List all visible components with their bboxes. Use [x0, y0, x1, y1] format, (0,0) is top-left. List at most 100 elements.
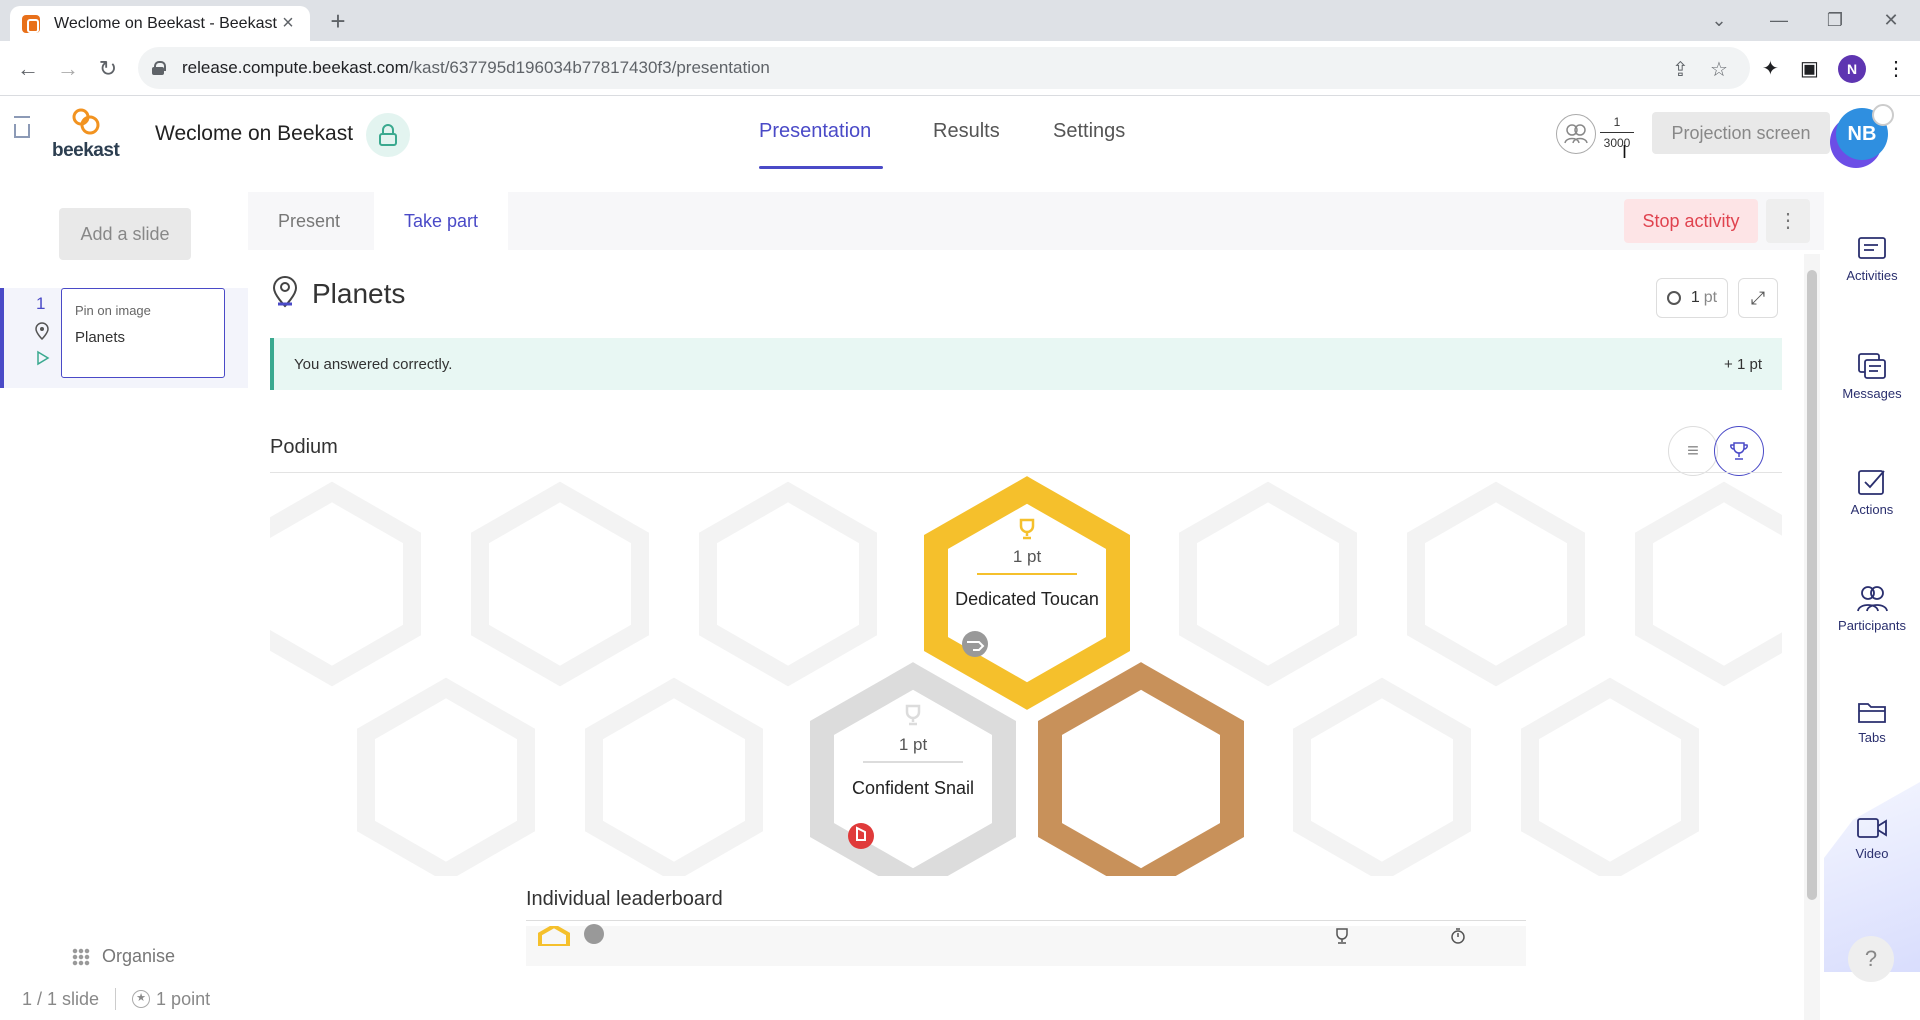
podium-view-button[interactable]	[1714, 426, 1764, 476]
organise-label: Organise	[102, 946, 176, 966]
tab-take-part[interactable]: Take part	[374, 192, 509, 250]
add-slide-button[interactable]: Add a slide	[59, 208, 191, 260]
active-tab-indicator	[759, 166, 883, 169]
video-camera-icon	[1857, 818, 1887, 838]
forward-arrow-icon[interactable]: →	[52, 53, 84, 85]
rail-participants[interactable]: Participants	[1824, 584, 1920, 633]
answer-feedback-banner: You answered correctly. + 1 pt	[270, 338, 1782, 390]
organise-button[interactable]: Organise	[72, 946, 175, 967]
trophy-icon	[1019, 518, 1035, 540]
points-badge: 1 pt	[1656, 278, 1728, 318]
kast-title: Weclome on Beekast	[155, 122, 354, 145]
scrollbar-thumb[interactable]	[1807, 270, 1817, 900]
help-button[interactable]: ?	[1848, 936, 1894, 982]
star-circle-icon: ★	[132, 990, 151, 1008]
kast-lock-button[interactable]	[366, 113, 410, 157]
back-arrow-icon[interactable]: ←	[12, 53, 44, 85]
rail-actions[interactable]: Actions	[1824, 468, 1920, 517]
rail-activities-label: Activities	[1846, 268, 1898, 283]
rail-participants-label: Participants	[1838, 618, 1906, 633]
points-unit: pt	[1703, 289, 1718, 306]
rail-video[interactable]: Video	[1824, 816, 1920, 861]
participant-avatar	[584, 924, 604, 944]
pin-on-image-icon	[272, 276, 298, 308]
close-icon[interactable]: ×	[278, 12, 298, 35]
slide-thumbnail[interactable]: Pin on image Planets	[61, 288, 225, 378]
leaderboard-row	[526, 924, 1526, 966]
participants-counter-icon[interactable]	[1556, 114, 1596, 154]
divider	[115, 988, 117, 1010]
logo-text: beekast	[52, 140, 120, 161]
more-options-icon[interactable]: ⋮	[1766, 199, 1810, 243]
slides-panel: Add a slide 1 Pin on image Planets Organ…	[0, 172, 248, 1020]
messages-icon	[1858, 353, 1886, 379]
restore-icon[interactable]: ❐	[1810, 4, 1860, 36]
tab-presentation[interactable]: Presentation	[759, 120, 871, 170]
tab-results[interactable]: Results	[933, 120, 1000, 170]
window-close-icon[interactable]: ✕	[1866, 4, 1916, 36]
slide-name: Planets	[75, 329, 126, 346]
main-scrollbar[interactable]	[1804, 254, 1820, 1020]
stop-activity-button[interactable]: Stop activity	[1624, 199, 1758, 243]
address-bar[interactable]: release.compute.beekast.com/kast/637795d…	[138, 47, 1750, 89]
profile-avatar[interactable]: N	[1838, 55, 1866, 83]
answer-points: + 1 pt	[1724, 355, 1762, 373]
star-icon[interactable]: ☆	[1710, 57, 1728, 82]
checkbox-icon	[1858, 470, 1885, 495]
rail-messages[interactable]: Messages	[1824, 352, 1920, 401]
rail-video-label: Video	[1855, 846, 1889, 861]
expand-icon[interactable]: ⤢	[1738, 278, 1778, 318]
activities-icon	[1858, 237, 1886, 259]
participant-avatar	[848, 823, 874, 849]
activity-panel: Present Take part Stop activity ⋮ Planet…	[248, 192, 1824, 1020]
participants-current: 1	[1613, 115, 1621, 129]
grid-icon	[72, 947, 90, 966]
browser-tab-bar: Weclome on Beekast - Beekast × + ⌄ — ❐ ✕	[0, 0, 1920, 41]
points-total: 1 point	[156, 988, 211, 1009]
first-place-points: 1 pt	[1013, 547, 1042, 566]
beekast-logo[interactable]: beekast	[50, 108, 130, 164]
participants-count: 1 3000	[1600, 112, 1634, 153]
side-panel-icon[interactable]: ▣	[1800, 56, 1819, 81]
minimize-icon[interactable]: —	[1754, 4, 1804, 36]
share-icon[interactable]: ⇪	[1672, 57, 1689, 82]
question-title: Planets	[312, 278, 406, 309]
participant-avatar	[962, 631, 988, 657]
podium-third-hexagon	[1038, 662, 1244, 876]
rail-activities[interactable]: Activities	[1824, 236, 1920, 283]
second-place-points: 1 pt	[899, 735, 928, 754]
lock-icon	[152, 61, 166, 75]
browser-tab-title: Weclome on Beekast - Beekast	[54, 14, 277, 32]
tab-settings[interactable]: Settings	[1053, 120, 1125, 170]
hexagon-rank-icon	[538, 926, 570, 946]
tab-present[interactable]: Present	[248, 192, 370, 250]
projection-screen-button[interactable]: Projection screen	[1652, 112, 1830, 154]
new-tab-plus-icon[interactable]: +	[324, 6, 352, 37]
reload-icon[interactable]: ↻	[92, 53, 124, 85]
padlock-icon	[379, 124, 397, 146]
kebab-menu-icon[interactable]: ⋮	[1886, 56, 1906, 81]
points-value: 1	[1690, 289, 1700, 306]
beekast-favicon-icon	[22, 14, 40, 33]
extensions-puzzle-icon[interactable]: ✦	[1762, 56, 1779, 81]
rail-tabs[interactable]: Tabs	[1824, 700, 1920, 745]
stopwatch-icon	[1451, 928, 1465, 944]
coin-icon	[1666, 291, 1681, 305]
home-icon[interactable]	[14, 124, 30, 138]
rail-actions-label: Actions	[1850, 502, 1894, 517]
slide-type: Pin on image	[75, 303, 151, 318]
chevron-down-icon[interactable]: ⌄	[1694, 4, 1744, 36]
url-path: /kast/637795d196034b77817430f3/presentat…	[408, 58, 770, 77]
slide-number: 1	[36, 294, 46, 313]
mode-tabs: Present Take part Stop activity ⋮	[248, 192, 1824, 250]
list-view-button[interactable]: ≡	[1668, 426, 1718, 476]
trophy-icon	[905, 704, 921, 726]
activity-content: Planets 1 pt ⤢ You answered correctly. +…	[248, 250, 1808, 1020]
avatar-chat-badge-icon	[1872, 104, 1894, 126]
play-icon[interactable]	[34, 350, 50, 366]
pin-on-image-icon	[35, 322, 49, 340]
second-place-name: Confident Snail	[852, 778, 974, 798]
rail-messages-label: Messages	[1842, 386, 1902, 401]
slide-count: 1 / 1 slide	[22, 988, 100, 1009]
browser-tab[interactable]: Weclome on Beekast - Beekast ×	[10, 6, 310, 41]
